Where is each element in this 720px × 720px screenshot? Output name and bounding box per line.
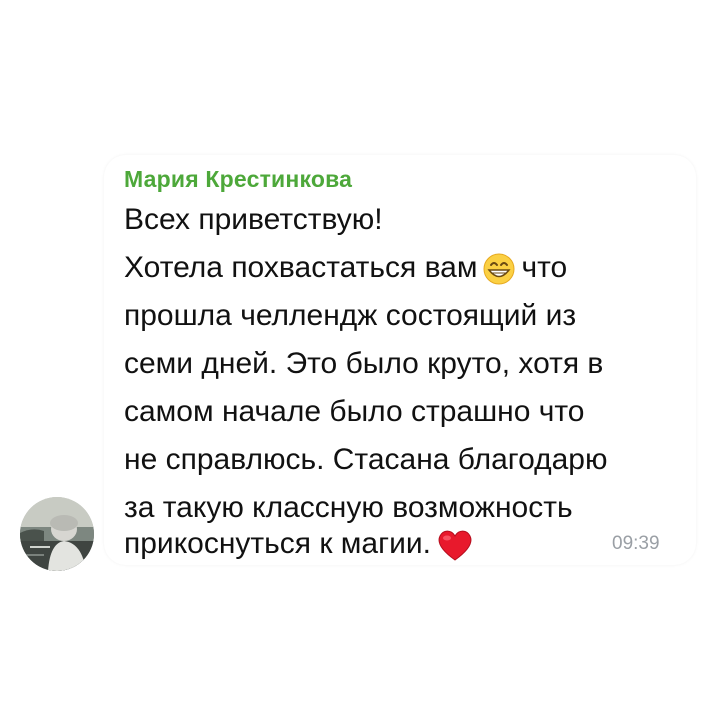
message-line: Всех приветствую! (124, 203, 383, 236)
message-text: прикоснуться к магии. (124, 527, 431, 560)
chat-screen: Мария Крестинкова Всех приветствую! Хоте… (0, 0, 720, 720)
avatar-photo-icon (20, 497, 94, 571)
message-text: Хотела похвастаться вам (124, 251, 478, 284)
message-line: семи дней. Это было круто, хотя в (124, 347, 604, 380)
red-heart-emoji-icon (437, 528, 473, 562)
grinning-face-emoji-icon (483, 253, 515, 285)
message-line-with-emoji: Хотела похвастаться вам что (124, 250, 567, 286)
message-text: что (521, 251, 568, 284)
message-line: прошла челлендж состоящий из (124, 299, 577, 332)
message-line: не справлюсь. Стасана благодарю (124, 443, 608, 476)
avatar[interactable] (20, 497, 94, 571)
message-line-with-emoji: прикоснуться к магии. (124, 526, 479, 562)
message-timestamp: 09:39 (612, 533, 660, 554)
sender-name[interactable]: Мария Крестинкова (124, 166, 352, 193)
message-line: самом начале было страшно что (124, 395, 585, 428)
message-line: за такую классную возможность (124, 491, 573, 524)
